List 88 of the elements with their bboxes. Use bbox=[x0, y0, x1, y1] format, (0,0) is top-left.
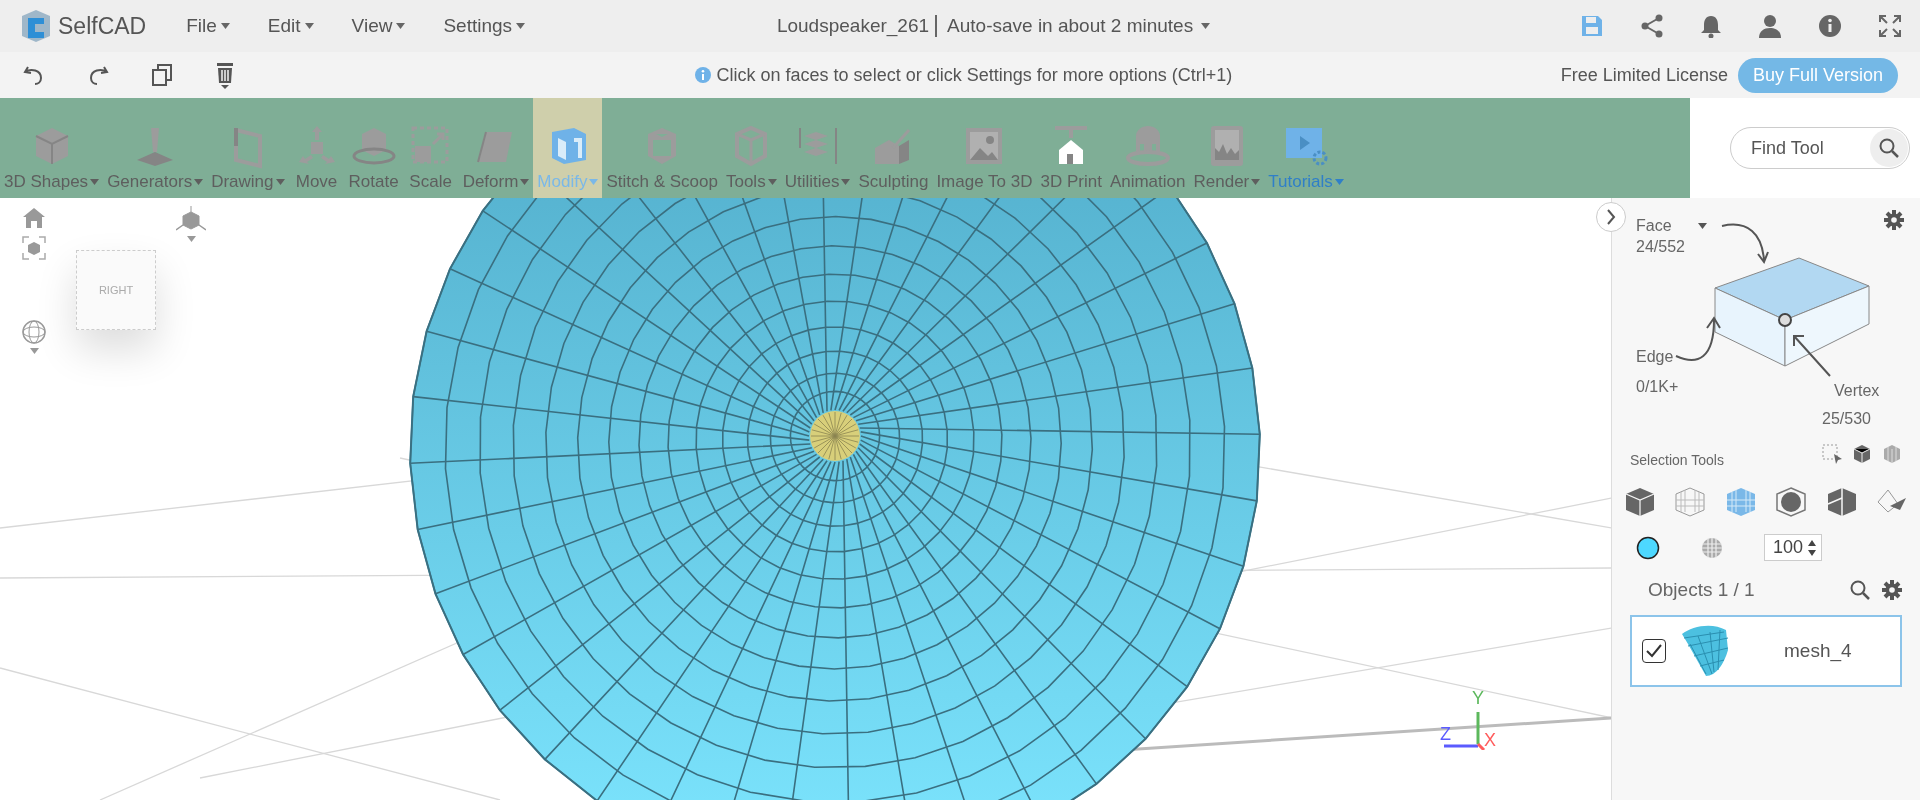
trash-icon[interactable] bbox=[214, 61, 236, 89]
opacity-field[interactable]: 100 bbox=[1764, 534, 1823, 561]
caret-icon bbox=[767, 179, 777, 185]
menu-item[interactable]: File bbox=[186, 15, 230, 37]
cone-mesh-thumbnail bbox=[1680, 624, 1730, 678]
objects-count-label: Objects 1 / 1 bbox=[1648, 579, 1756, 601]
autosave-dropdown[interactable]: Auto-save in about 2 minutes bbox=[941, 14, 1217, 38]
menu-item[interactable]: Edit bbox=[267, 15, 314, 37]
toolbar-tool[interactable]: Image To 3D bbox=[932, 98, 1037, 198]
info-icon[interactable] bbox=[1818, 14, 1842, 38]
toolbar-tool[interactable]: Animation bbox=[1105, 98, 1190, 198]
toolbar-tool[interactable]: Scale bbox=[402, 98, 459, 198]
edge-count: 0/1K+ bbox=[1636, 378, 1679, 396]
search-icon[interactable] bbox=[1850, 580, 1870, 600]
zoom-fit-icon[interactable] bbox=[22, 236, 46, 260]
axis-label: Z bbox=[1440, 724, 1451, 745]
settings-icon[interactable] bbox=[1882, 580, 1902, 600]
half-cube-icon[interactable] bbox=[1825, 486, 1858, 518]
solid-cube-icon[interactable] bbox=[1624, 486, 1656, 518]
checker-sphere-icon[interactable] bbox=[1700, 535, 1724, 560]
home-icon[interactable] bbox=[23, 208, 45, 228]
bell-icon[interactable] bbox=[1700, 14, 1722, 38]
face-count: 24/552 bbox=[1636, 238, 1685, 256]
caret-icon bbox=[275, 179, 285, 185]
caret-icon bbox=[841, 179, 851, 185]
object-list-item[interactable]: mesh_4 bbox=[1630, 615, 1902, 687]
vertex-label: Vertex bbox=[1834, 382, 1880, 400]
buy-button[interactable]: Buy Full Version bbox=[1737, 57, 1898, 93]
fullscreen-icon[interactable] bbox=[1878, 14, 1902, 38]
toolbar-tool[interactable]: Move bbox=[288, 98, 345, 198]
cone-mesh-drawing[interactable] bbox=[409, 198, 1261, 800]
caret-icon bbox=[220, 23, 230, 29]
spinner-icon[interactable] bbox=[1807, 538, 1818, 557]
hint-text: Click on faces to select or click Settings for more options (Ctrl+1) bbox=[716, 64, 1233, 86]
document-title[interactable]: Loudspeaker_261 bbox=[776, 15, 938, 37]
toolbar-tool[interactable]: Tutorials bbox=[1264, 98, 1348, 198]
caret-icon bbox=[516, 23, 526, 29]
caret-icon bbox=[304, 23, 314, 29]
axis-cube-icon[interactable] bbox=[176, 206, 206, 232]
toolbar-tool[interactable]: Render bbox=[1189, 98, 1265, 198]
axis-label: X bbox=[1484, 730, 1496, 751]
license-label: Free Limited License bbox=[1560, 64, 1728, 86]
view-cube[interactable]: RIGHT bbox=[76, 250, 156, 330]
caret-icon bbox=[520, 179, 530, 185]
menu-item[interactable]: Settings bbox=[443, 15, 526, 37]
toolbar-tool[interactable]: 3D Shapes bbox=[0, 98, 104, 198]
info-icon bbox=[694, 67, 711, 83]
toolbar-tool[interactable]: Modify bbox=[533, 98, 603, 198]
toolbar-tool[interactable]: Generators bbox=[103, 98, 208, 198]
toolbar-tool[interactable]: 3D Print bbox=[1036, 98, 1106, 198]
caret-icon bbox=[186, 236, 196, 242]
object-name: mesh_4 bbox=[1784, 640, 1852, 662]
user-icon[interactable] bbox=[1758, 14, 1782, 38]
sphere-in-cube-icon[interactable] bbox=[1775, 486, 1808, 518]
visibility-checkbox[interactable] bbox=[1642, 639, 1666, 663]
caret-icon bbox=[1334, 179, 1344, 185]
settings-icon[interactable] bbox=[1884, 210, 1904, 230]
menu-item[interactable]: View bbox=[351, 15, 406, 37]
caret-icon bbox=[194, 179, 204, 185]
color-swatch[interactable] bbox=[1636, 535, 1660, 560]
toolbar-tool[interactable]: Deform bbox=[458, 98, 534, 198]
chevron-right-icon bbox=[1606, 209, 1616, 225]
toolbar-tool[interactable]: Utilities bbox=[780, 98, 855, 198]
toolbar-tool[interactable]: Sculpting bbox=[854, 98, 933, 198]
caret-icon bbox=[396, 23, 406, 29]
selection-mode-dropdown[interactable]: Face bbox=[1636, 217, 1707, 235]
vertex-count: 25/530 bbox=[1822, 410, 1871, 428]
share-icon[interactable] bbox=[1640, 14, 1664, 38]
toolbar-tool[interactable]: Stitch & Scoop bbox=[602, 98, 722, 198]
search-icon[interactable] bbox=[1879, 138, 1899, 158]
app-name: SelfCAD bbox=[58, 12, 147, 40]
caret-icon bbox=[90, 179, 100, 185]
caret-icon bbox=[1201, 23, 1211, 29]
copy-icon[interactable] bbox=[150, 63, 174, 87]
toolbar-tool[interactable]: Tools bbox=[721, 98, 781, 198]
caret-icon bbox=[1251, 179, 1261, 185]
selection-tools-label: Selection Tools bbox=[1630, 452, 1724, 468]
caret-icon bbox=[29, 348, 39, 354]
orbit-icon[interactable] bbox=[22, 320, 46, 344]
caret-icon bbox=[589, 179, 599, 185]
cube-select-icon[interactable] bbox=[1852, 444, 1872, 464]
axis-label: Y bbox=[1472, 688, 1484, 709]
edge-label: Edge bbox=[1636, 348, 1674, 366]
check-icon bbox=[1646, 644, 1662, 658]
caret-icon bbox=[1697, 223, 1707, 229]
toolbar-tool[interactable]: Drawing bbox=[207, 98, 289, 198]
box-select-icon[interactable] bbox=[1822, 444, 1842, 464]
toolbar-tool[interactable]: Rotate bbox=[344, 98, 403, 198]
